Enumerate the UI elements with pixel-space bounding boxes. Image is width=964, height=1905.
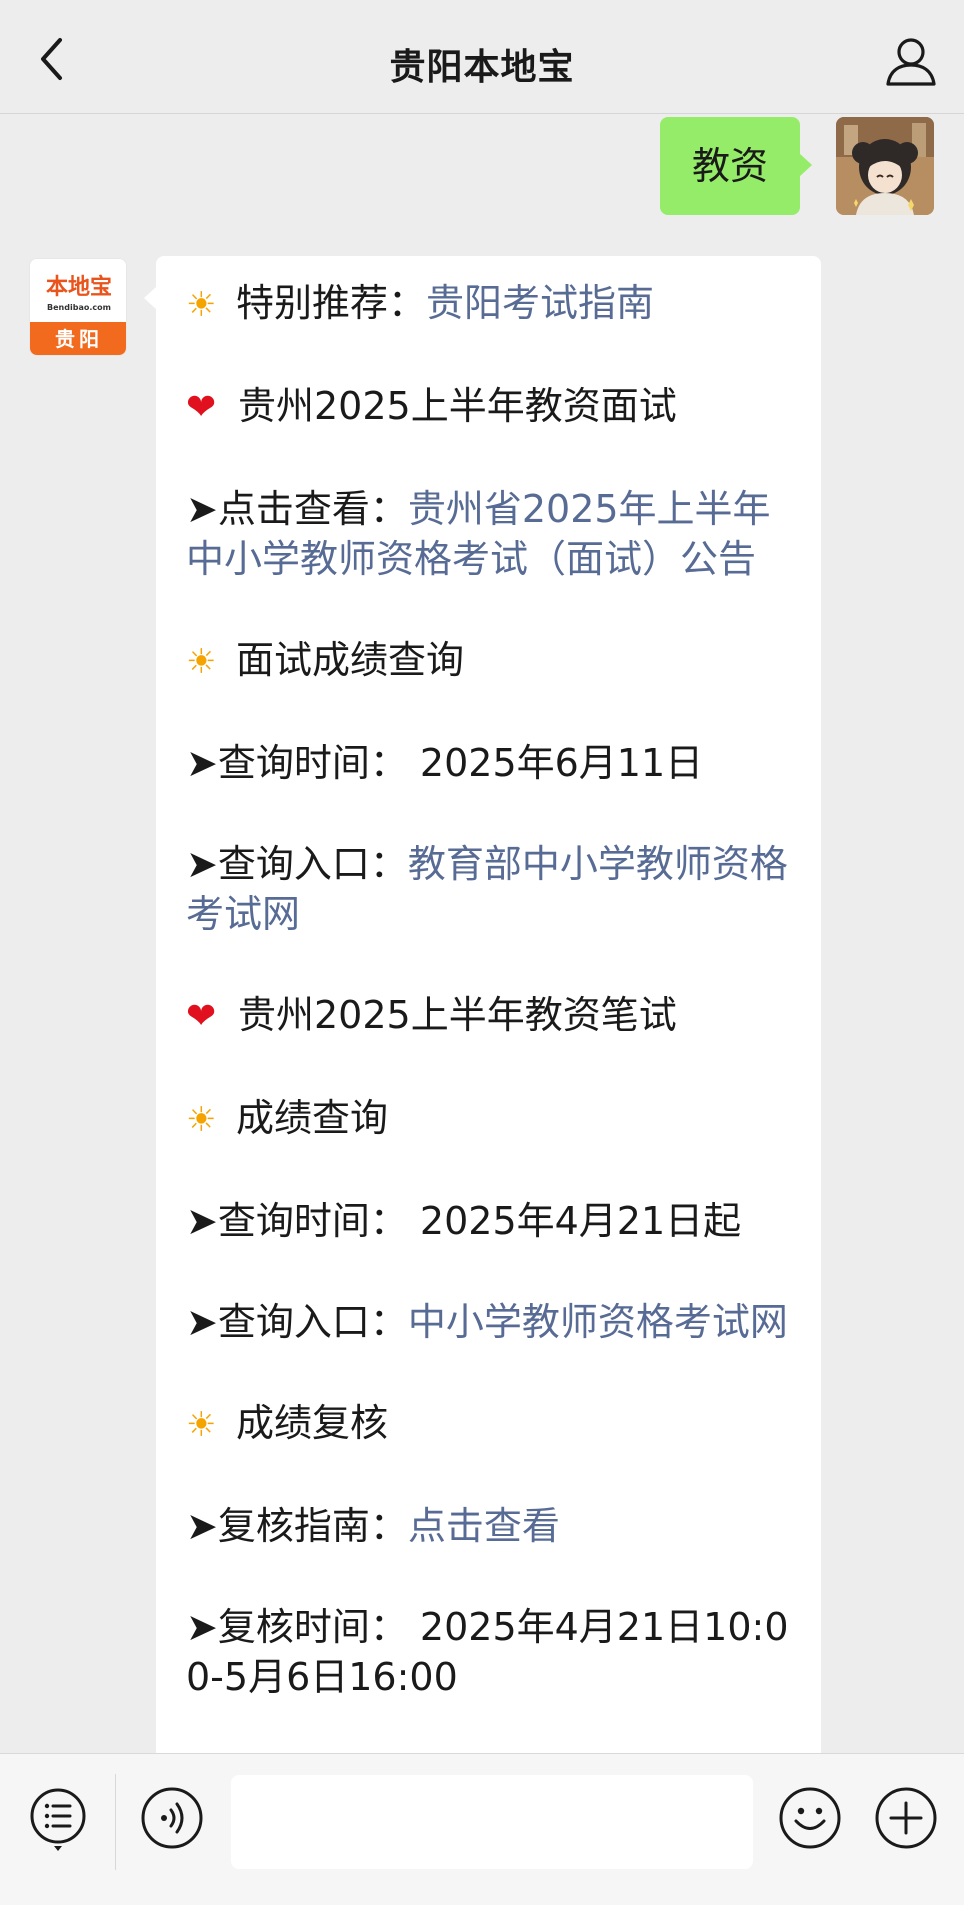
user-avatar-image: [836, 117, 934, 215]
sun-emoji: ☀: [186, 1405, 217, 1445]
message-line: ➤查询入口：中小学教师资格考试网: [186, 1297, 791, 1347]
red-heart-emoji: ❤: [186, 996, 217, 1037]
message-line: ➤复核指南：点击查看: [186, 1501, 791, 1551]
line-label: ➤点击查看：: [186, 487, 408, 531]
official-account-avatar[interactable]: 本地宝 Bendibao.com 贵阳: [29, 258, 127, 356]
section-heading: 成绩查询: [236, 1096, 389, 1140]
section-heading: 贵州2025上半年教资笔试: [238, 993, 677, 1037]
more-button[interactable]: [874, 1786, 938, 1850]
logo-city: 贵阳: [30, 322, 126, 355]
exam-guide-link[interactable]: 贵阳考试指南: [426, 281, 654, 325]
logo-domain-text: Bendibao.com: [47, 303, 111, 312]
section-heading: 贵州2025上半年教资面试: [238, 384, 677, 428]
message-line: ❤ 贵州2025上半年教资笔试: [186, 990, 791, 1042]
message-line: ❤ 贵州2025上半年教资面试: [186, 381, 791, 433]
sun-emoji: ☀: [186, 285, 217, 325]
message-line: ➤查询入口：教育部中小学教师资格考试网: [186, 839, 791, 939]
line-label: ➤复核指南：: [186, 1504, 408, 1548]
outgoing-bubble[interactable]: 教资: [660, 117, 812, 215]
menu-button[interactable]: [28, 1786, 88, 1852]
chat-area[interactable]: 教资 本地宝 Bendibao.com 贵阳 ☀ 特别推荐：贵阳考试指南 ❤ 贵…: [0, 115, 964, 1753]
message-line: ➤点击查看：贵州省2025年上半年中小学教师资格考试（面试）公告: [186, 484, 791, 584]
voice-button[interactable]: [140, 1786, 204, 1850]
message-line: ☀ 面试成绩查询: [186, 635, 791, 687]
profile-button[interactable]: [884, 34, 938, 88]
message-line: ➤查询时间： 2025年4月21日起: [186, 1196, 791, 1246]
query-time-text: ➤查询时间： 2025年6月11日: [186, 741, 704, 785]
top-bar: 贵阳本地宝: [0, 0, 964, 114]
user-avatar[interactable]: [836, 117, 934, 215]
query-time-text: ➤查询时间： 2025年4月21日起: [186, 1199, 742, 1243]
logo-top: 本地宝 Bendibao.com: [30, 259, 126, 322]
line-label: ➤查询入口：: [186, 1300, 408, 1344]
message-line: ☀ 成绩复核: [186, 1398, 791, 1450]
list-menu-icon: [30, 1788, 86, 1851]
sun-emoji: ☀: [186, 642, 217, 682]
page-title: 贵阳本地宝: [389, 47, 575, 88]
message-line: ➤查询时间： 2025年6月11日: [186, 738, 791, 788]
line-label: ➤查询入口：: [186, 842, 408, 886]
plus-icon: [875, 1787, 937, 1849]
toolbar-divider: [115, 1774, 116, 1870]
outgoing-message: 教资: [634, 117, 934, 215]
message-line: ☀ 特别推荐：贵阳考试指南: [186, 278, 791, 330]
red-heart-emoji: ❤: [186, 387, 217, 428]
logo-brand-text: 本地宝: [45, 275, 112, 300]
input-toolbar: [0, 1753, 964, 1905]
user-icon: [886, 38, 936, 86]
line-label: 特别推荐：: [236, 281, 427, 325]
emoji-icon: [779, 1787, 841, 1849]
sun-emoji: ☀: [186, 1100, 217, 1140]
voice-icon: [141, 1787, 203, 1849]
message-input[interactable]: [231, 1775, 753, 1869]
emoji-button[interactable]: [778, 1786, 842, 1850]
section-heading: 成绩复核: [236, 1401, 389, 1445]
incoming-message-bubble: ☀ 特别推荐：贵阳考试指南 ❤ 贵州2025上半年教资面试 ➤点击查看：贵州省202…: [144, 256, 821, 1753]
section-heading: 面试成绩查询: [236, 638, 465, 682]
message-line: ➤复核时间： 2025年4月21日10:00-5月6日16:00: [186, 1602, 791, 1702]
chat-screen: 贵阳本地宝 教资 本地宝 Bendibao.com 贵阳 ☀ 特别推荐：贵阳考试…: [0, 0, 964, 1905]
review-time-text: ➤复核时间： 2025年4月21日10:00-5月6日16:00: [186, 1605, 789, 1699]
review-guide-link[interactable]: 点击查看: [408, 1504, 560, 1548]
teacher-exam-site-link[interactable]: 中小学教师资格考试网: [408, 1300, 788, 1344]
message-line: ☀ 成绩查询: [186, 1093, 791, 1145]
